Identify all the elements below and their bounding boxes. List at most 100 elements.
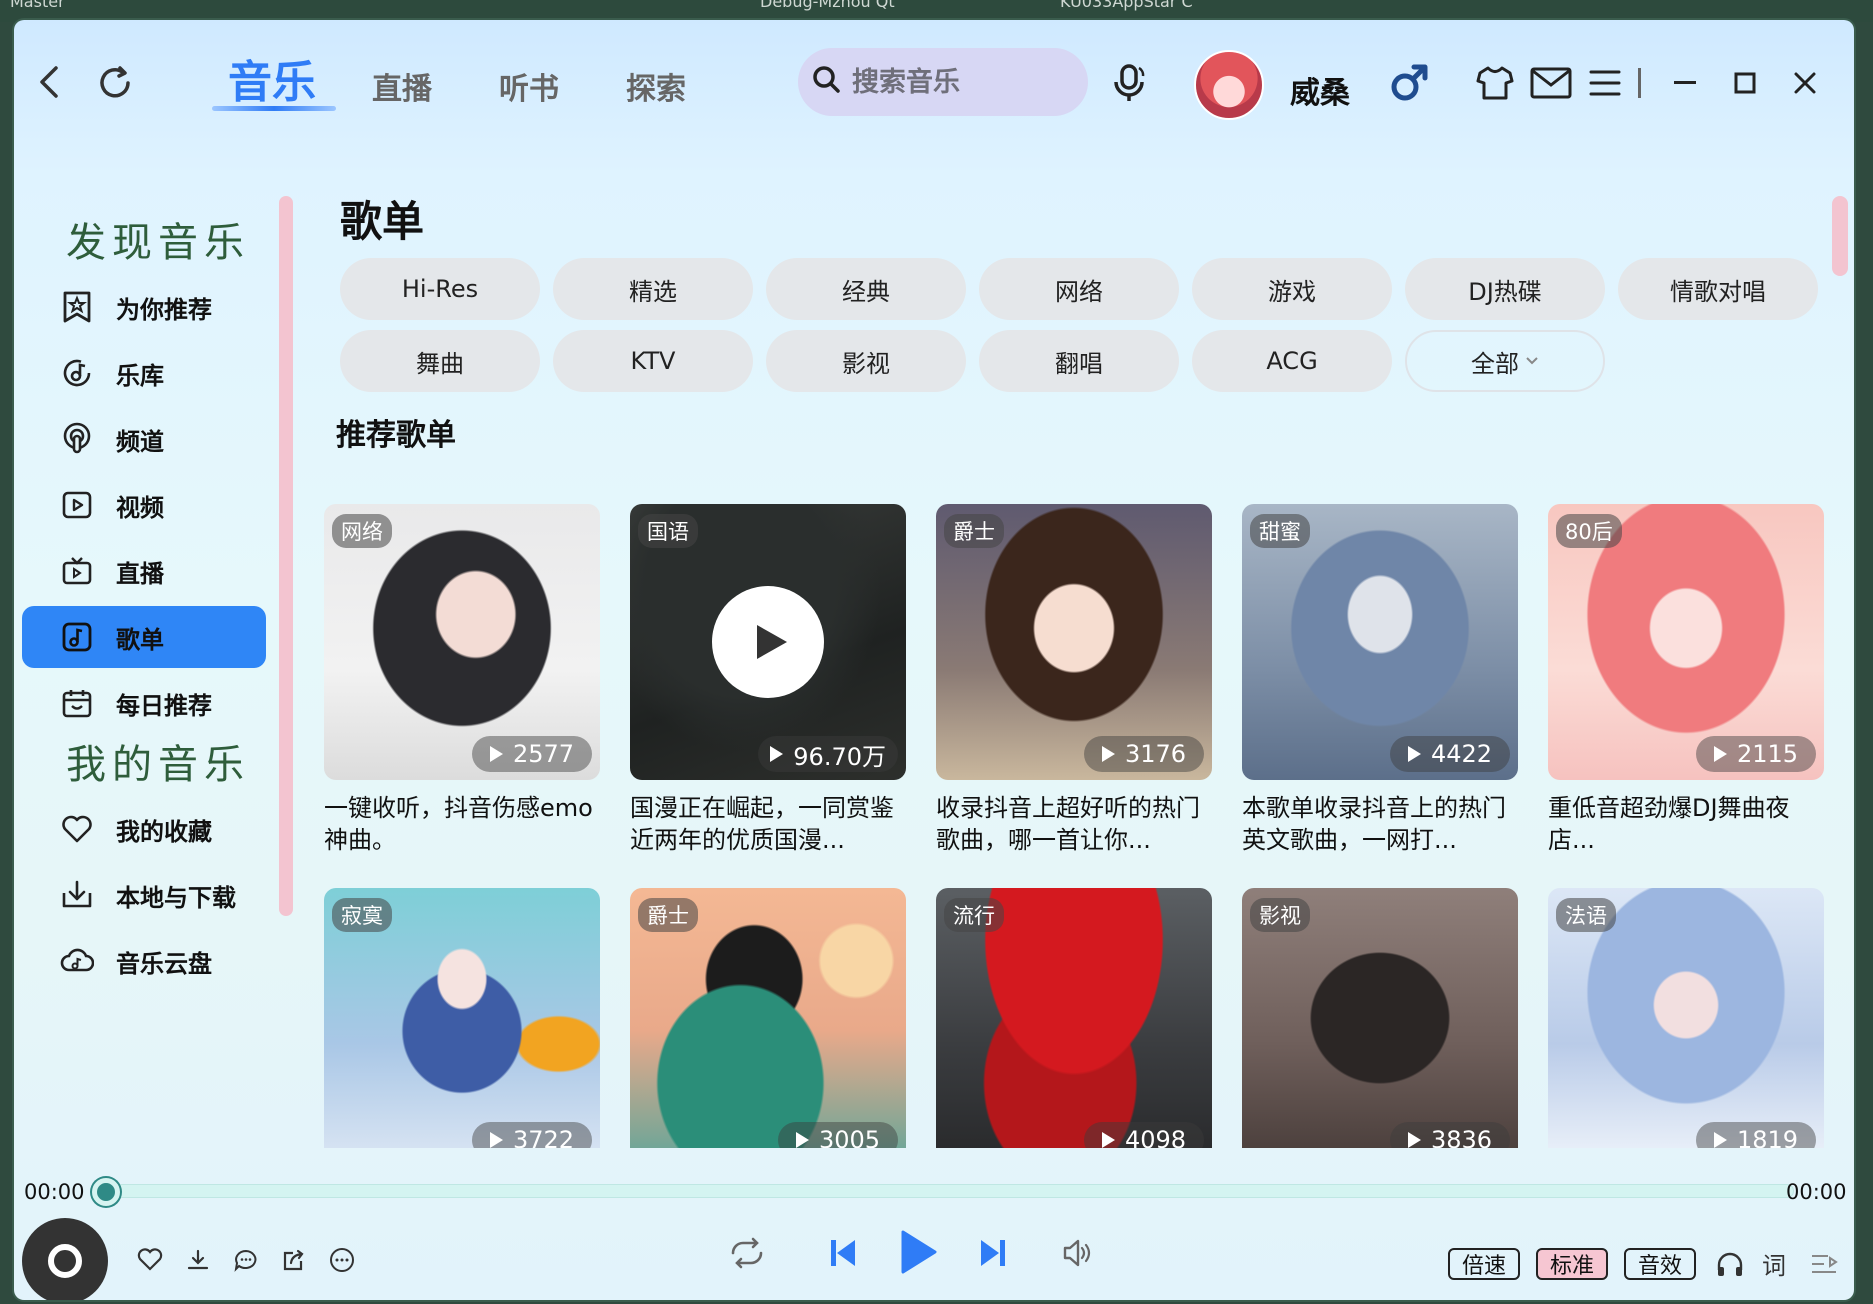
sidebar-item-recommend[interactable]: 为你推荐 xyxy=(22,276,266,338)
previous-track-icon[interactable] xyxy=(820,1230,866,1276)
playlist-cover[interactable]: 爵士 3005 xyxy=(630,888,906,1148)
chip-ktv[interactable]: KTV xyxy=(553,330,753,392)
chip-game[interactable]: 游戏 xyxy=(1192,258,1392,320)
lyrics-button[interactable]: 词 xyxy=(1762,1246,1786,1281)
playlist-cover[interactable]: 甜蜜 4422 xyxy=(1242,504,1518,780)
refresh-icon[interactable] xyxy=(90,58,140,108)
playlist-card[interactable]: 甜蜜 4422 本歌单收录抖音上的热门英文歌曲，一网打... xyxy=(1242,504,1518,856)
chip-classic[interactable]: 经典 xyxy=(766,258,966,320)
playlist-card[interactable]: 寂寞 3722 xyxy=(324,888,600,1148)
chip-film[interactable]: 影视 xyxy=(766,330,966,392)
share-icon[interactable] xyxy=(276,1240,312,1280)
playlist-title[interactable]: 重低音超劲爆DJ舞曲夜店... xyxy=(1548,792,1824,856)
volume-icon[interactable] xyxy=(1054,1230,1100,1276)
chip-dance[interactable]: 舞曲 xyxy=(340,330,540,392)
tab-music[interactable]: 音乐 xyxy=(228,46,316,110)
sidebar-item-favorites[interactable]: 我的收藏 xyxy=(22,798,266,860)
play-count: 2115 xyxy=(1696,736,1816,772)
playlist-queue-icon[interactable] xyxy=(1806,1244,1842,1284)
sidebar-item-label: 我的收藏 xyxy=(116,817,212,846)
like-heart-icon[interactable] xyxy=(132,1240,168,1280)
chevron-down-icon xyxy=(1525,356,1539,366)
playlist-card[interactable]: 网络 2577 一键收听，抖音伤感emo神曲。 xyxy=(324,504,600,856)
play-circle-icon[interactable] xyxy=(712,586,824,698)
speed-button[interactable]: 倍速 xyxy=(1448,1248,1521,1280)
playlist-title[interactable]: 国漫正在崛起，一同赏鉴近两年的优质国漫... xyxy=(630,792,906,856)
chip-featured[interactable]: 精选 xyxy=(553,258,753,320)
search-input[interactable] xyxy=(852,66,1062,98)
playlist-tag: 甜蜜 xyxy=(1250,514,1310,548)
playlist-card[interactable]: 国语 96.70万 国漫正在崛起，一同赏鉴近两年的优质国漫... xyxy=(630,504,906,856)
playlist-cover[interactable]: 爵士 3176 xyxy=(936,504,1212,780)
page-title: 歌单 xyxy=(340,197,425,246)
close-icon[interactable] xyxy=(1782,60,1828,106)
sidebar-item-channel[interactable]: 频道 xyxy=(22,408,266,470)
playlist-cover[interactable]: 法语 1819 xyxy=(1548,888,1824,1148)
quality-button[interactable]: 标准 xyxy=(1536,1248,1609,1280)
playlist-cover[interactable]: 80后 2115 xyxy=(1548,504,1824,780)
chip-network[interactable]: 网络 xyxy=(979,258,1179,320)
playlist-title[interactable]: 一键收听，抖音伤感emo神曲。 xyxy=(324,792,600,856)
more-icon[interactable] xyxy=(324,1240,360,1280)
chip-dj[interactable]: DJ热碟 xyxy=(1405,258,1605,320)
play-count-value: 3005 xyxy=(818,1126,881,1148)
sound-effect-button[interactable]: 音效 xyxy=(1624,1248,1697,1280)
comment-icon[interactable] xyxy=(228,1240,264,1280)
headphone-icon[interactable] xyxy=(1712,1244,1748,1284)
mail-icon[interactable] xyxy=(1526,60,1576,106)
content-scrollbar[interactable] xyxy=(1832,196,1848,276)
progress-bar[interactable] xyxy=(114,1184,1794,1198)
sidebar-item-daily[interactable]: 每日推荐 xyxy=(22,672,266,734)
tab-live[interactable]: 直播 xyxy=(372,64,432,108)
sidebar-scrollbar[interactable] xyxy=(279,196,293,916)
header: 音乐 直播 听书 探索 威桑 xyxy=(14,20,1854,145)
sidebar-item-library[interactable]: 乐库 xyxy=(22,342,266,404)
chip-cover[interactable]: 翻唱 xyxy=(979,330,1179,392)
play-small-icon xyxy=(489,746,503,762)
next-track-icon[interactable] xyxy=(970,1230,1016,1276)
playlist-cover[interactable]: 影视 3836 xyxy=(1242,888,1518,1148)
back-arrow-icon[interactable] xyxy=(26,54,72,110)
chip-acg[interactable]: ACG xyxy=(1192,330,1392,392)
sidebar-item-playlist[interactable]: 歌单 xyxy=(22,606,266,668)
download-icon[interactable] xyxy=(180,1240,216,1280)
play-icon[interactable] xyxy=(890,1222,946,1282)
minimize-icon[interactable] xyxy=(1662,60,1708,106)
playlist-cover[interactable]: 流行 4098 xyxy=(936,888,1212,1148)
avatar[interactable] xyxy=(1194,50,1264,120)
username[interactable]: 威桑 xyxy=(1290,68,1350,112)
playlist-title[interactable]: 本歌单收录抖音上的热门英文歌曲，一网打... xyxy=(1242,792,1518,856)
sidebar-item-video[interactable]: 视频 xyxy=(22,474,266,536)
sidebar-item-live[interactable]: 直播 xyxy=(22,540,266,602)
chip-all[interactable]: 全部 xyxy=(1405,330,1605,392)
playlist-card[interactable]: 爵士 3176 收录抖音上超好听的热门歌曲，哪一首让你... xyxy=(936,504,1212,856)
playlist-card[interactable]: 法语 1819 xyxy=(1548,888,1824,1148)
skin-shirt-icon[interactable] xyxy=(1472,60,1518,106)
sidebar-item-downloads[interactable]: 本地与下载 xyxy=(22,864,266,926)
sidebar-item-cloud[interactable]: 音乐云盘 xyxy=(22,930,266,992)
playlist-card[interactable]: 80后 2115 重低音超劲爆DJ舞曲夜店... xyxy=(1548,504,1824,856)
sidebar-item-label: 歌单 xyxy=(116,625,164,654)
playlist-cover[interactable]: 国语 96.70万 xyxy=(630,504,906,780)
play-count-value: 2115 xyxy=(1736,740,1799,768)
time-current: 00:00 xyxy=(24,1180,85,1204)
menu-icon[interactable] xyxy=(1582,60,1628,106)
playlist-title[interactable]: 收录抖音上超好听的热门歌曲，哪一首让你... xyxy=(936,792,1212,856)
album-disc-icon[interactable] xyxy=(22,1218,108,1300)
repeat-icon[interactable] xyxy=(724,1230,770,1276)
playlist-cover[interactable]: 网络 2577 xyxy=(324,504,600,780)
tab-audiobook[interactable]: 听书 xyxy=(499,64,559,108)
playlist-cover[interactable]: 寂寞 3722 xyxy=(324,888,600,1148)
playlist-card[interactable]: 影视 3836 xyxy=(1242,888,1518,1148)
play-count-value: 4098 xyxy=(1124,1126,1187,1148)
tab-explore[interactable]: 探索 xyxy=(626,64,686,108)
search-box[interactable] xyxy=(798,48,1088,116)
chip-hires[interactable]: Hi-Res xyxy=(340,258,540,320)
playlist-card[interactable]: 流行 4098 xyxy=(936,888,1212,1148)
progress-knob[interactable] xyxy=(92,1178,120,1206)
voice-search-icon[interactable] xyxy=(1104,58,1154,108)
chip-duet[interactable]: 情歌对唱 xyxy=(1618,258,1818,320)
playlist-card[interactable]: 爵士 3005 xyxy=(630,888,906,1148)
maximize-icon[interactable] xyxy=(1722,60,1768,106)
playlist-tag: 爵士 xyxy=(638,898,698,932)
